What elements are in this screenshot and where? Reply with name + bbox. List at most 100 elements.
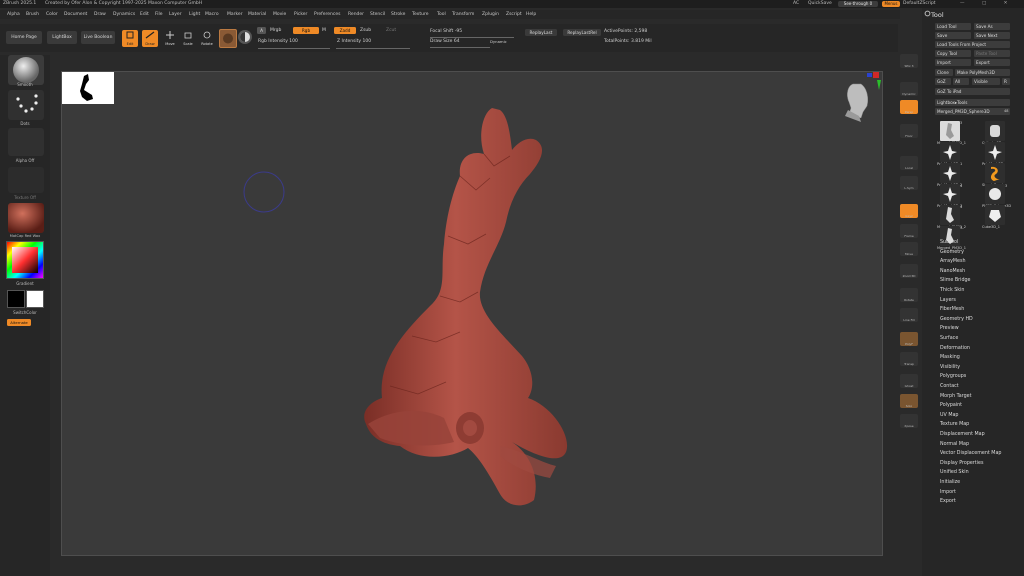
live-boolean-button[interactable]: Live Boolean xyxy=(81,31,115,44)
menu-stroke[interactable]: Stroke xyxy=(391,12,405,17)
save-as-button[interactable]: Save As xyxy=(974,23,1010,30)
save-next-button[interactable]: Save Next xyxy=(974,32,1010,39)
subpalette-visibility[interactable]: Visibility xyxy=(940,365,960,370)
3d-model[interactable] xyxy=(360,106,580,514)
menu-zscript[interactable]: Zscript xyxy=(506,12,522,17)
see-through-slider[interactable]: See-through 0 xyxy=(838,1,878,7)
menu-movie[interactable]: Movie xyxy=(273,12,286,17)
dynamic-toggle[interactable]: Dynamic xyxy=(490,39,507,44)
palette-gear-icon[interactable] xyxy=(924,10,931,19)
replay-last-button[interactable]: ReplayLast xyxy=(525,29,557,36)
menu-light[interactable]: Light xyxy=(189,12,200,17)
z-intensity-slider[interactable]: Z Intensity 100 xyxy=(337,39,371,44)
ac-button[interactable]: AC xyxy=(793,1,799,6)
shelf-xpose[interactable]: Xpose xyxy=(900,414,918,428)
menu-stencil[interactable]: Stencil xyxy=(370,12,385,17)
primary-color-swatch[interactable] xyxy=(7,290,25,308)
menu-file[interactable]: File xyxy=(155,12,163,17)
window-controls[interactable]: — □ ✕ xyxy=(960,1,1007,6)
lightbox-button[interactable]: LightBox xyxy=(47,31,77,44)
tool-thumbnail[interactable] xyxy=(985,163,1005,183)
menu-color[interactable]: Color xyxy=(46,12,58,17)
subpalette-layers[interactable]: Layers xyxy=(940,298,956,303)
make-polymesh-button[interactable]: Make PolyMesh3D xyxy=(955,69,1010,76)
menu-brush[interactable]: Brush xyxy=(26,12,39,17)
goz-button[interactable]: GoZ xyxy=(935,78,951,85)
focal-shift-track[interactable] xyxy=(430,34,514,38)
subpalette-polygroups[interactable]: Polygroups xyxy=(940,374,966,379)
quicksave-button[interactable]: QuickSave xyxy=(808,1,832,6)
tool-thumbnail[interactable] xyxy=(940,184,960,204)
paste-tool-button[interactable]: Paste Tool xyxy=(974,50,1010,57)
a-toggle[interactable]: A xyxy=(257,27,266,34)
menu-macro[interactable]: Macro xyxy=(205,12,219,17)
zsub-toggle[interactable]: Zsub xyxy=(360,28,371,33)
save-button[interactable]: Save xyxy=(935,32,971,39)
draw-size-track[interactable] xyxy=(430,44,490,48)
menu-document[interactable]: Document xyxy=(64,12,87,17)
goz-to-ipad-button[interactable]: GoZ To iPad xyxy=(935,88,1010,95)
all-button[interactable]: All xyxy=(953,78,969,85)
alpha-selector[interactable] xyxy=(8,128,44,156)
subpalette-slime-bridge[interactable]: Slime Bridge xyxy=(940,278,971,283)
zadd-toggle[interactable]: Zadd xyxy=(334,27,356,34)
shelf-gxyz[interactable]: Gxyz xyxy=(900,204,918,218)
menu-help[interactable]: Help xyxy=(526,12,536,17)
menu-dynamics[interactable]: Dynamics xyxy=(113,12,135,17)
rotate-mode-button[interactable]: Rotate xyxy=(199,30,215,47)
z-intensity-track[interactable] xyxy=(336,45,410,49)
subpalette-geometry-hd[interactable]: Geometry HD xyxy=(940,317,973,322)
lightbox-tools-button[interactable]: Lightbox▸Tools xyxy=(935,99,1010,106)
menu-preferences[interactable]: Preferences xyxy=(314,12,340,17)
home-page-button[interactable]: Home Page xyxy=(6,31,42,44)
subpalette-masking[interactable]: Masking xyxy=(940,355,960,360)
menu-tool[interactable]: Tool xyxy=(437,12,446,17)
shelf-line-fill[interactable]: Line Fill xyxy=(900,308,918,322)
menu-layer[interactable]: Layer xyxy=(169,12,182,17)
menu-picker[interactable]: Picker xyxy=(294,12,307,17)
subpalette-thick-skin[interactable]: Thick Skin xyxy=(940,288,964,293)
subpalette-texture-map[interactable]: Texture Map xyxy=(940,422,969,427)
rgb-intensity-track[interactable] xyxy=(258,45,330,49)
move-mode-button[interactable]: Move xyxy=(162,30,178,47)
texture-selector[interactable] xyxy=(8,167,44,193)
close-icon[interactable]: ✕ xyxy=(1004,1,1008,6)
clone-button[interactable]: Clone xyxy=(935,69,953,76)
subpalette-vector-displacement-map[interactable]: Vector Displacement Map xyxy=(940,451,1001,456)
subpalette-surface[interactable]: Surface xyxy=(940,336,958,341)
menu-marker[interactable]: Marker xyxy=(227,12,243,17)
menu-transform[interactable]: Transform xyxy=(452,12,474,17)
shelf-floor[interactable]: Floor xyxy=(900,124,918,138)
shelf-move[interactable]: Move xyxy=(900,242,918,256)
tool-thumbnail[interactable] xyxy=(985,142,1005,162)
subpalette-contact[interactable]: Contact xyxy=(940,384,959,389)
subpalette-preview[interactable]: Preview xyxy=(940,326,959,331)
m-toggle[interactable]: M xyxy=(322,28,326,33)
subpalette-geometry[interactable]: Geometry xyxy=(940,250,964,255)
menu-material[interactable]: Material xyxy=(248,12,266,17)
shelf-persp[interactable]: Persp xyxy=(900,100,918,114)
zcut-toggle[interactable]: Zcut xyxy=(386,28,396,33)
subpalette-import[interactable]: Import xyxy=(940,490,956,495)
mrgb-toggle[interactable]: Mrgb xyxy=(270,28,281,33)
shelf-frame[interactable]: Frame xyxy=(900,224,918,238)
menu-alpha[interactable]: Alpha xyxy=(7,12,20,17)
material-swatch-button[interactable] xyxy=(219,29,237,48)
shelf-dynamic[interactable]: Dynamic xyxy=(900,82,918,96)
scale-mode-button[interactable]: Scale xyxy=(180,30,196,47)
brush-selector[interactable] xyxy=(8,55,44,85)
shelf-local[interactable]: Local xyxy=(900,156,918,170)
copy-tool-button[interactable]: Copy Tool xyxy=(935,50,971,57)
color-picker[interactable] xyxy=(6,241,44,279)
tool-thumbnail[interactable] xyxy=(940,163,960,183)
shelf-l-sym[interactable]: L.Sym xyxy=(900,176,918,190)
replay-last-rel-button[interactable]: ReplayLastRel xyxy=(563,29,601,36)
menu-texture[interactable]: Texture xyxy=(412,12,428,17)
navigation-thumbnail[interactable] xyxy=(62,72,114,104)
stroke-selector[interactable] xyxy=(8,90,44,120)
secondary-color-swatch[interactable] xyxy=(26,290,44,308)
rgb-toggle[interactable]: Rgb xyxy=(293,27,319,34)
export-button[interactable]: Export xyxy=(974,59,1010,66)
shelf-zoom3d[interactable]: Zoom3D xyxy=(900,264,918,278)
subpalette-fibermesh[interactable]: FiberMesh xyxy=(940,307,964,312)
